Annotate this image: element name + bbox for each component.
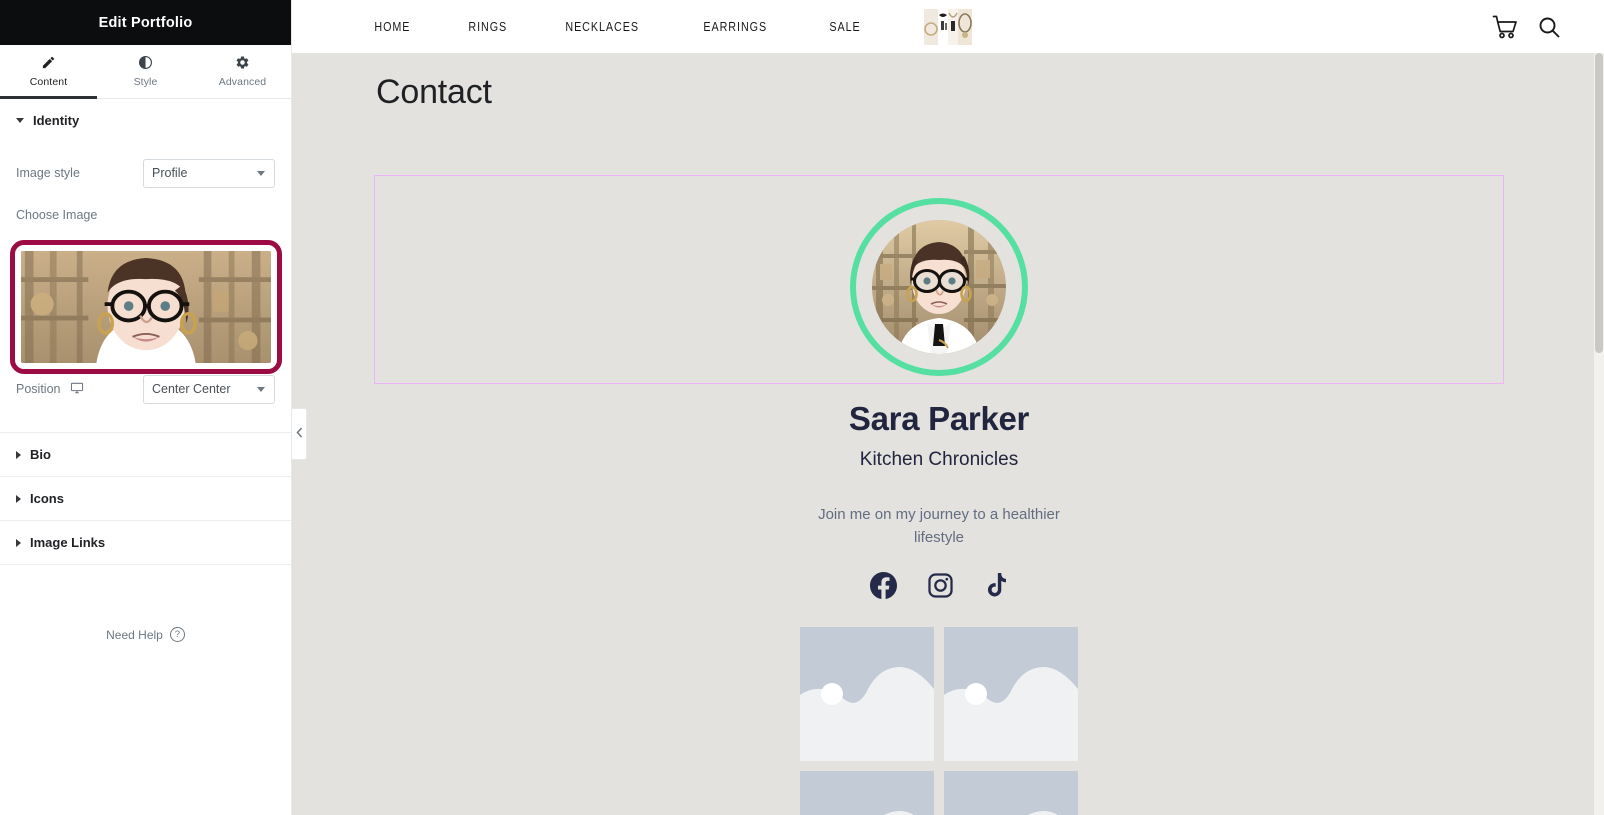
section-bio-header[interactable]: Bio bbox=[0, 433, 291, 476]
section-identity-header[interactable]: Identity bbox=[0, 99, 291, 142]
position-value: Center Center bbox=[152, 382, 231, 396]
section-identity-title: Identity bbox=[33, 113, 80, 128]
person-subtitle: Kitchen Chronicles bbox=[859, 449, 1019, 470]
tab-content-label: Content bbox=[29, 76, 68, 88]
section-identity-body: Image style Profile Choose Image Positio… bbox=[0, 142, 291, 432]
image-style-label: Image style bbox=[16, 166, 80, 180]
image-placeholder-icon bbox=[800, 626, 934, 761]
section-icons-title: Icons bbox=[30, 491, 64, 506]
panel-title: Edit Portfolio bbox=[98, 14, 193, 31]
chevron-right-icon bbox=[16, 494, 21, 503]
gallery-item[interactable] bbox=[800, 770, 934, 815]
person-name: Sara Parker bbox=[848, 400, 1030, 437]
page-body: Contact Sara Parker Kitchen Chronicles J… bbox=[292, 53, 1604, 815]
search-icon[interactable] bbox=[1538, 16, 1560, 38]
panel-header: Edit Portfolio bbox=[0, 0, 291, 45]
editor-panel: Edit Portfolio Content Style Advanced Id… bbox=[0, 0, 292, 815]
chevron-down-icon bbox=[16, 118, 24, 123]
chevron-down-icon bbox=[257, 386, 265, 392]
woman-with-glasses-thumbnail bbox=[21, 251, 271, 363]
image-style-value: Profile bbox=[152, 166, 188, 180]
pencil-icon bbox=[41, 55, 56, 70]
desktop-icon[interactable] bbox=[70, 381, 84, 398]
editor-tabs: Content Style Advanced bbox=[0, 45, 291, 99]
facebook-icon[interactable] bbox=[869, 571, 897, 599]
person-bio: Join me on my journey to a healthier lif… bbox=[818, 506, 1060, 547]
position-row: Position Center Center bbox=[16, 374, 275, 404]
image-placeholder-icon bbox=[800, 770, 934, 815]
image-placeholder-icon bbox=[944, 770, 1078, 815]
section-identity: Identity Image style Profile Choose Imag… bbox=[0, 99, 291, 433]
tab-content[interactable]: Content bbox=[0, 45, 97, 99]
section-icons: Icons bbox=[0, 477, 291, 521]
question-mark-icon: ? bbox=[169, 627, 185, 642]
preview-scrollbar[interactable] bbox=[1594, 53, 1604, 815]
nav-link-rings[interactable]: RINGS bbox=[446, 20, 530, 34]
site-navigation: HOME RINGS NECKLACES EARRINGS SALE bbox=[292, 0, 1604, 53]
nav-link-home[interactable]: HOME bbox=[352, 20, 433, 34]
page-title: Contact bbox=[376, 73, 492, 111]
site-preview: HOME RINGS NECKLACES EARRINGS SALE Conta… bbox=[292, 0, 1604, 815]
section-image-links-header[interactable]: Image Links bbox=[0, 521, 291, 564]
shopping-cart-icon[interactable] bbox=[1492, 15, 1518, 39]
avatar-ring bbox=[850, 198, 1028, 376]
scrollbar-thumb[interactable] bbox=[1595, 53, 1603, 353]
nav-link-necklaces[interactable]: NECKLACES bbox=[543, 20, 661, 34]
position-label: Position bbox=[16, 381, 143, 398]
woman-with-glasses-avatar bbox=[872, 220, 1006, 354]
position-select[interactable]: Center Center bbox=[143, 374, 275, 404]
chevron-right-icon bbox=[16, 450, 21, 459]
image-style-row: Image style Profile bbox=[16, 158, 275, 188]
social-icons bbox=[375, 571, 1503, 599]
tab-style[interactable]: Style bbox=[97, 45, 194, 98]
section-image-links-title: Image Links bbox=[30, 535, 106, 550]
chevron-down-icon bbox=[257, 170, 265, 176]
nav-link-sale[interactable]: SALE bbox=[807, 20, 883, 34]
gear-icon bbox=[235, 55, 250, 70]
section-bio-title: Bio bbox=[30, 447, 51, 462]
image-preview-thumbnail[interactable] bbox=[21, 251, 271, 363]
tab-advanced[interactable]: Advanced bbox=[194, 45, 291, 98]
contrast-icon bbox=[138, 55, 153, 70]
tiktok-icon[interactable] bbox=[984, 572, 1009, 599]
need-help-link[interactable]: Need Help ? bbox=[0, 627, 291, 642]
nav-link-earrings[interactable]: EARRINGS bbox=[681, 20, 789, 34]
section-icons-header[interactable]: Icons bbox=[0, 477, 291, 520]
portfolio-widget: Sara Parker Kitchen Chronicles Join me o… bbox=[375, 176, 1503, 815]
choose-image-control-highlight[interactable] bbox=[10, 240, 282, 374]
widget-selection-outline: Sara Parker Kitchen Chronicles Join me o… bbox=[374, 175, 1504, 815]
need-help-label: Need Help bbox=[106, 627, 163, 642]
tab-advanced-label: Advanced bbox=[218, 76, 267, 88]
choose-image-row: Choose Image bbox=[16, 200, 275, 230]
site-logo[interactable] bbox=[924, 8, 972, 45]
nav-icons bbox=[1492, 15, 1560, 39]
image-gallery-grid bbox=[800, 626, 1078, 815]
image-placeholder-icon bbox=[944, 626, 1078, 761]
gallery-item[interactable] bbox=[800, 626, 934, 761]
avatar[interactable] bbox=[872, 220, 1006, 354]
chevron-right-icon bbox=[16, 538, 21, 547]
image-style-select[interactable]: Profile bbox=[143, 158, 275, 188]
gallery-item[interactable] bbox=[944, 770, 1078, 815]
section-bio: Bio bbox=[0, 433, 291, 477]
tab-style-label: Style bbox=[133, 76, 158, 88]
section-image-links: Image Links bbox=[0, 521, 291, 565]
instagram-icon[interactable] bbox=[927, 572, 954, 599]
jewelry-collage-logo bbox=[924, 8, 972, 45]
editor-app: Edit Portfolio Content Style Advanced Id… bbox=[0, 0, 1604, 815]
nav-links: HOME RINGS NECKLACES EARRINGS SALE bbox=[352, 20, 895, 34]
choose-image-label: Choose Image bbox=[16, 208, 98, 222]
gallery-item[interactable] bbox=[944, 626, 1078, 761]
chevron-left-icon bbox=[295, 425, 303, 443]
panel-collapse-toggle[interactable] bbox=[292, 408, 307, 460]
